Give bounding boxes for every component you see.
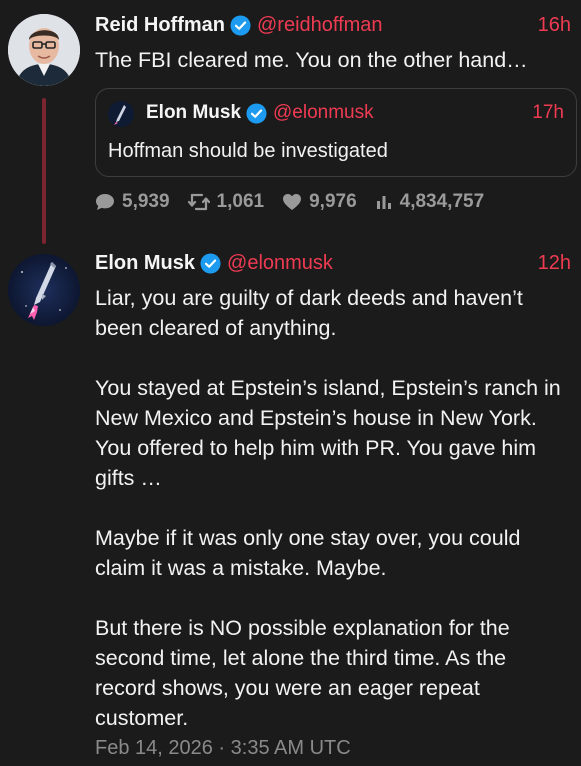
reply-to-header: Reid Hoffman @reidhoffman 16h <box>95 14 571 37</box>
quoted-author-handle: @elonmusk <box>273 102 374 123</box>
tweet-timestamp[interactable]: Feb 14, 2026 · 3:35 AM UTC <box>95 737 351 760</box>
elon-musk-avatar <box>108 101 134 127</box>
author-name[interactable]: Elon Musk <box>95 252 195 275</box>
reply-count: 5,939 <box>122 191 170 212</box>
engagement-stats: 5,939 1,061 9,976 4,834,757 <box>95 191 571 213</box>
tweet-paragraph: Maybe if it was only one stay over, you … <box>95 526 521 580</box>
author-name[interactable]: Reid Hoffman <box>95 14 225 37</box>
quoted-tweet-card[interactable]: Elon Musk @elonmusk 17h Hoffman should b… <box>95 88 577 177</box>
repost-count: 1,061 <box>216 191 265 212</box>
verified-badge-icon <box>246 102 267 124</box>
like-count: 9,976 <box>309 191 357 212</box>
thread-connector-line <box>42 98 46 244</box>
quoted-tweet-time: 17h <box>532 102 564 123</box>
tweet-time[interactable]: 16h <box>538 14 571 37</box>
quoted-author-name: Elon Musk <box>146 102 242 123</box>
tweet-time[interactable]: 12h <box>538 252 571 275</box>
reid-hoffman-avatar[interactable] <box>8 14 80 86</box>
view-count-button[interactable]: 4,834,757 <box>375 191 485 213</box>
view-count: 4,834,757 <box>399 191 485 212</box>
author-handle[interactable]: @elonmusk <box>227 252 333 275</box>
like-count-button[interactable]: 9,976 <box>282 191 357 213</box>
speech-bubble-icon <box>96 194 114 210</box>
bar-chart-icon <box>376 196 391 209</box>
tweet-paragraph: Liar, you are guilty of dark deeds and h… <box>95 286 523 340</box>
elon-musk-avatar[interactable] <box>8 254 80 326</box>
author-handle[interactable]: @reidhoffman <box>257 14 383 37</box>
quoted-tweet-header: Elon Musk @elonmusk 17h <box>146 102 564 124</box>
tweet-paragraph: But there is NO possible explanation for… <box>95 616 510 730</box>
verified-badge-icon <box>230 15 251 36</box>
reply-count-button[interactable]: 5,939 <box>95 191 170 213</box>
thread-view: Reid Hoffman @reidhoffman 16h The FBI cl… <box>0 0 581 766</box>
tweet-header: Elon Musk @elonmusk 12h <box>95 252 571 275</box>
tweet-paragraph: You stayed at Epstein’s island, Epstein’… <box>95 376 561 490</box>
quoted-tweet-text: Hoffman should be investigated <box>108 140 388 162</box>
repost-count-button[interactable]: 1,061 <box>187 191 265 213</box>
reply-to-text: The FBI cleared me. You on the other han… <box>95 48 528 72</box>
verified-badge-icon <box>200 253 221 274</box>
repost-arrows-icon <box>187 193 210 211</box>
heart-icon <box>283 194 302 210</box>
